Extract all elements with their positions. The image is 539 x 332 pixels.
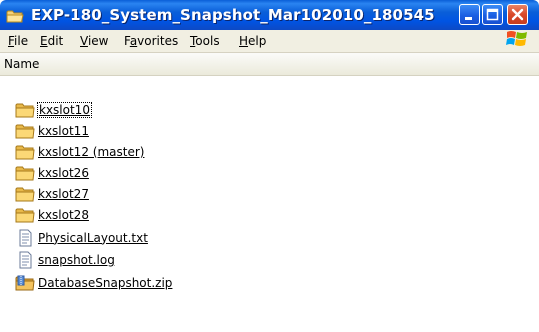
menu-file[interactable]: File: [8, 34, 28, 48]
file-name: kxslot10: [37, 101, 92, 118]
menu-tools[interactable]: Tools: [190, 34, 220, 48]
column-header: Name: [0, 53, 539, 76]
minimize-icon: [465, 17, 472, 20]
folder-icon: [15, 101, 35, 119]
list-item[interactable]: kxslot27: [15, 184, 89, 203]
list-item[interactable]: kxslot10: [15, 100, 92, 119]
menu-view[interactable]: View: [80, 34, 108, 48]
close-icon: [511, 8, 524, 21]
list-item[interactable]: snapshot.log: [15, 250, 115, 269]
minimize-button[interactable]: [459, 4, 480, 25]
file-name: kxslot28: [38, 207, 89, 222]
list-item[interactable]: PhysicalLayout.txt: [15, 228, 148, 247]
zip-folder-icon: [15, 274, 35, 292]
menu-edit[interactable]: Edit: [40, 34, 63, 48]
maximize-button[interactable]: [482, 4, 503, 25]
explorer-window: EXP-180_System_Snapshot_Mar102010_180545…: [0, 0, 539, 332]
file-name: snapshot.log: [38, 252, 115, 267]
menu-tools-label: ools: [195, 34, 220, 48]
menu-file-label: ile: [14, 34, 29, 48]
file-name: DatabaseSnapshot.zip: [38, 275, 173, 290]
folder-icon: [15, 143, 35, 161]
close-button[interactable]: [507, 4, 528, 25]
menu-view-label: iew: [87, 34, 109, 48]
text-file-icon: [15, 229, 35, 247]
list-item[interactable]: kxslot11: [15, 121, 89, 140]
window-title: EXP-180_System_Snapshot_Mar102010_180545: [31, 6, 435, 24]
column-name-header[interactable]: Name: [4, 57, 39, 71]
windows-logo-icon: [505, 28, 530, 51]
menu-favorites[interactable]: Favorites: [124, 34, 178, 48]
maximize-icon: [486, 8, 499, 21]
title-bar[interactable]: EXP-180_System_Snapshot_Mar102010_180545: [0, 0, 539, 30]
folder-icon: [6, 8, 24, 23]
menu-help[interactable]: Help: [239, 34, 266, 48]
folder-icon: [15, 206, 35, 224]
menu-bar: File Edit View Favorites Tools Help: [0, 30, 539, 53]
file-name: kxslot26: [38, 165, 89, 180]
file-name: kxslot12 (master): [38, 144, 145, 159]
menu-favorites-label: vorites: [137, 34, 179, 48]
list-item[interactable]: kxslot26: [15, 163, 89, 182]
folder-icon: [15, 185, 35, 203]
menu-help-label: elp: [248, 34, 267, 48]
file-name: PhysicalLayout.txt: [38, 230, 148, 245]
folder-icon: [15, 122, 35, 140]
list-item[interactable]: kxslot28: [15, 205, 89, 224]
list-item[interactable]: DatabaseSnapshot.zip: [15, 273, 172, 292]
file-name: kxslot11: [38, 123, 89, 138]
menu-help-accel: H: [239, 34, 249, 48]
folder-icon: [15, 164, 35, 182]
menu-view-accel: V: [80, 34, 88, 48]
menu-edit-accel: E: [40, 34, 48, 48]
text-file-icon: [15, 251, 35, 269]
list-item[interactable]: kxslot12 (master): [15, 142, 144, 161]
file-name: kxslot27: [38, 186, 89, 201]
menu-edit-label: dit: [47, 34, 64, 48]
